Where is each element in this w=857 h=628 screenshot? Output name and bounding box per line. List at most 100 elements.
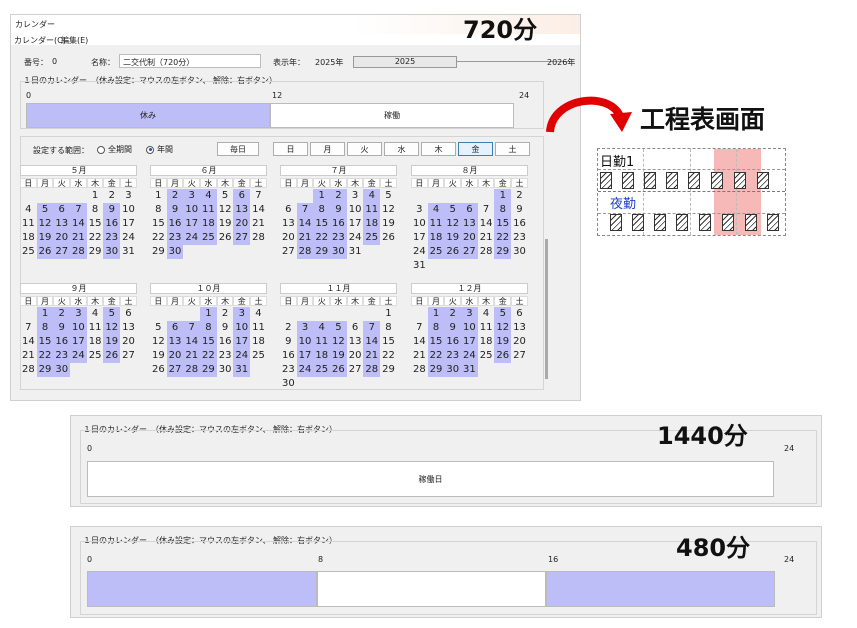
day-cell[interactable]: 5 <box>380 189 397 203</box>
day-cell[interactable]: 29 <box>87 245 104 259</box>
day-cell[interactable]: 27 <box>461 245 478 259</box>
day-cell[interactable]: 5 <box>494 307 512 321</box>
day-cell[interactable]: 13 <box>347 335 364 349</box>
day-cell[interactable]: 6 <box>233 189 251 203</box>
day-cell[interactable]: 22 <box>313 231 331 245</box>
day-cell[interactable]: 24 <box>461 349 478 363</box>
day-cell[interactable]: 31 <box>120 245 137 259</box>
day-cell[interactable]: 2 <box>511 189 528 203</box>
day-cell[interactable]: 14 <box>478 217 495 231</box>
day-cell[interactable]: 1 <box>494 189 512 203</box>
day-cell[interactable]: 23 <box>511 231 528 245</box>
day-cell[interactable]: 18 <box>200 217 217 231</box>
day-cell[interactable]: 4 <box>313 321 331 335</box>
day-cell[interactable]: 8 <box>150 203 167 217</box>
day-cell[interactable]: 6 <box>53 203 71 217</box>
day-cell[interactable]: 12 <box>150 335 167 349</box>
day-cell[interactable]: 15 <box>313 217 331 231</box>
day-cell[interactable]: 1 <box>313 189 331 203</box>
day-cell[interactable]: 22 <box>150 231 167 245</box>
day-cell[interactable]: 27 <box>53 245 71 259</box>
day-cell[interactable]: 30 <box>217 363 234 377</box>
day-cell[interactable]: 8 <box>427 321 445 335</box>
day-cell[interactable]: 12 <box>103 321 121 335</box>
scrollbar-thumb[interactable] <box>545 239 548 379</box>
day-cell[interactable]: 26 <box>217 231 234 245</box>
day-cell[interactable]: 17 <box>411 231 428 245</box>
day-cell[interactable]: 27 <box>233 231 251 245</box>
day-cell[interactable]: 24 <box>183 231 201 245</box>
day-cell[interactable]: 10 <box>70 321 87 335</box>
day-cell[interactable]: 3 <box>70 307 87 321</box>
day-cell[interactable]: 29 <box>380 363 397 377</box>
day-cell[interactable]: 31 <box>411 259 428 273</box>
day-cell[interactable]: 9 <box>444 321 462 335</box>
day-cell[interactable]: 6 <box>166 321 184 335</box>
day-cell[interactable]: 30 <box>444 363 462 377</box>
day-cell[interactable]: 30 <box>53 363 71 377</box>
weekday-button-2[interactable]: 火 <box>347 142 382 156</box>
day-cell[interactable]: 15 <box>87 217 104 231</box>
day-cell[interactable]: 15 <box>494 217 512 231</box>
day-cell[interactable]: 2 <box>280 321 297 335</box>
day-cell[interactable]: 7 <box>363 321 381 335</box>
day-cell[interactable]: 24 <box>233 349 251 363</box>
day-cell[interactable]: 1 <box>380 307 397 321</box>
day-cell[interactable]: 6 <box>461 203 478 217</box>
day-cell[interactable]: 15 <box>380 335 397 349</box>
weekday-button-0[interactable]: 日 <box>273 142 308 156</box>
day-cell[interactable]: 16 <box>280 349 297 363</box>
day-cell[interactable]: 24 <box>411 245 428 259</box>
day-cell[interactable]: 21 <box>183 349 201 363</box>
day-cell[interactable]: 12 <box>217 203 234 217</box>
day-cell[interactable]: 17 <box>120 217 137 231</box>
day-cell[interactable]: 27 <box>347 363 364 377</box>
day-cell[interactable]: 17 <box>461 335 478 349</box>
day-cell[interactable]: 30 <box>330 245 347 259</box>
day-cell[interactable]: 23 <box>444 349 462 363</box>
day-cell[interactable]: 7 <box>250 189 267 203</box>
day-cell[interactable]: 9 <box>280 335 297 349</box>
day-cell[interactable]: 25 <box>313 363 331 377</box>
day-cell[interactable]: 10 <box>296 335 314 349</box>
day-cell[interactable]: 19 <box>36 231 54 245</box>
day-cell[interactable]: 10 <box>347 203 364 217</box>
day-cell[interactable]: 1 <box>427 307 445 321</box>
day-cell[interactable]: 18 <box>313 349 331 363</box>
day-cell[interactable]: 25 <box>200 231 217 245</box>
day-cell[interactable]: 1 <box>36 307 54 321</box>
day-cell[interactable]: 13 <box>53 217 71 231</box>
day-cell[interactable]: 2 <box>53 307 71 321</box>
day-cell[interactable]: 11 <box>478 321 495 335</box>
day-cell[interactable]: 20 <box>53 231 71 245</box>
day-cell[interactable]: 26 <box>444 245 462 259</box>
day-cell[interactable]: 20 <box>166 349 184 363</box>
day-cell[interactable]: 4 <box>250 307 267 321</box>
day-cell[interactable]: 7 <box>183 321 201 335</box>
day-cell[interactable]: 17 <box>296 349 314 363</box>
day-cell[interactable]: 20 <box>280 231 297 245</box>
day-cell[interactable]: 13 <box>280 217 297 231</box>
day-cell[interactable]: 23 <box>280 363 297 377</box>
day-cell[interactable]: 11 <box>200 203 217 217</box>
day-cell[interactable]: 11 <box>427 217 445 231</box>
day-cell[interactable]: 13 <box>461 217 478 231</box>
day-cell[interactable]: 15 <box>36 335 54 349</box>
day-bar-work[interactable]: 稼働 <box>270 103 514 128</box>
day-cell[interactable]: 31 <box>347 245 364 259</box>
day-cell[interactable]: 17 <box>70 335 87 349</box>
day-cell[interactable]: 11 <box>20 217 37 231</box>
day-cell[interactable]: 7 <box>20 321 37 335</box>
day-cell[interactable]: 3 <box>347 189 364 203</box>
menu-edit[interactable]: 編集(E) <box>61 35 88 46</box>
day-cell[interactable]: 9 <box>103 203 121 217</box>
day-cell[interactable]: 16 <box>444 335 462 349</box>
day-cell[interactable]: 2 <box>217 307 234 321</box>
day-cell[interactable]: 22 <box>36 349 54 363</box>
day-cell[interactable]: 16 <box>103 217 121 231</box>
day-cell[interactable]: 27 <box>280 245 297 259</box>
day-cell[interactable]: 10 <box>461 321 478 335</box>
day-cell[interactable]: 30 <box>280 377 297 391</box>
day-bar-rest-1[interactable] <box>87 571 317 607</box>
day-cell[interactable]: 12 <box>380 203 397 217</box>
